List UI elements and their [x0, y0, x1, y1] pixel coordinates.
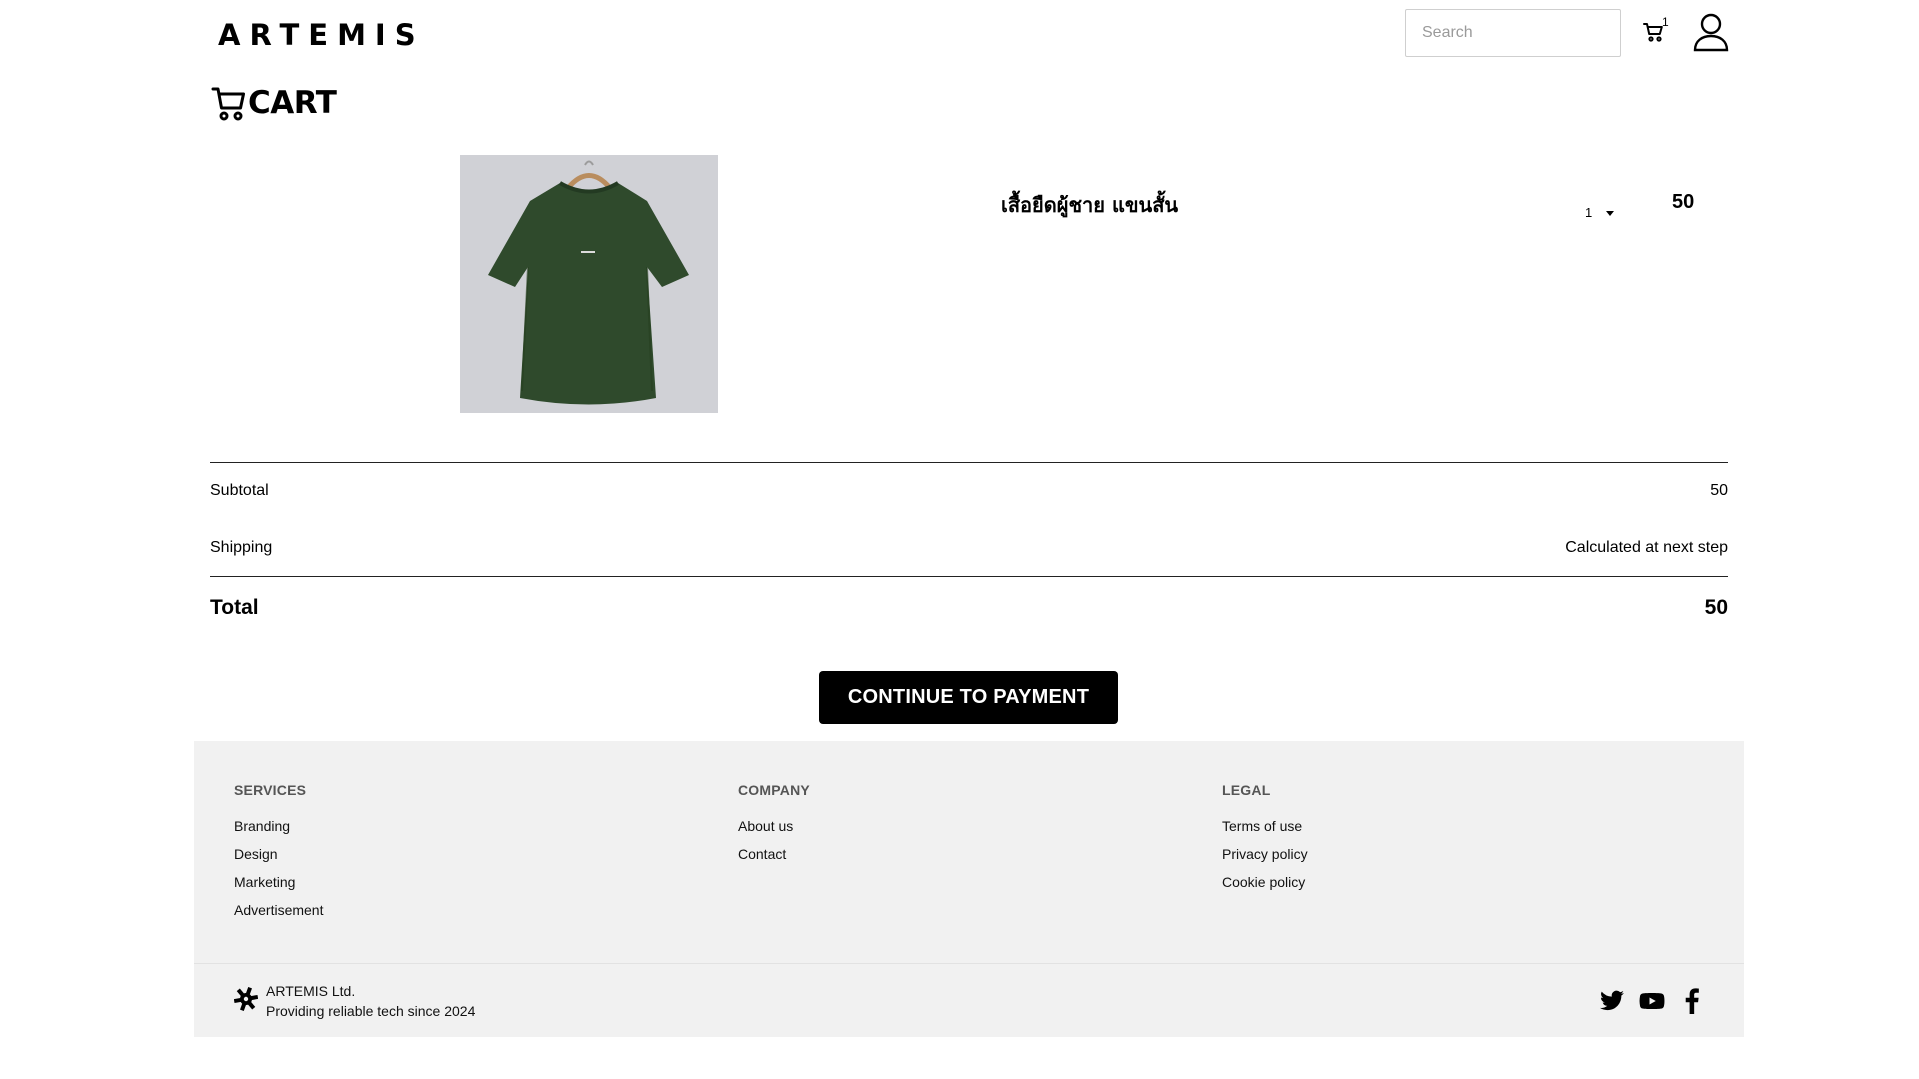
footer-heading: SERVICES — [234, 782, 307, 798]
footer-link-branding[interactable]: Branding — [234, 812, 323, 840]
summary-divider-top — [210, 462, 1728, 463]
product-image[interactable] — [460, 155, 718, 413]
cart-heading: CART — [211, 83, 337, 123]
cart-heading-icon — [211, 87, 245, 121]
subtotal-label: Subtotal — [210, 482, 269, 499]
footer-brand-tagline: Providing reliable tech since 2024 — [266, 1003, 476, 1019]
footer-heading: COMPANY — [738, 782, 810, 798]
total-value: 50 — [1704, 596, 1728, 619]
footer-heading: LEGAL — [1222, 782, 1271, 798]
page-title: CART — [248, 85, 337, 121]
footer-brand-name: ARTEMIS Ltd. — [266, 983, 356, 999]
footer-link-cookie[interactable]: Cookie policy — [1222, 868, 1308, 896]
chevron-down-icon — [1606, 210, 1615, 216]
quantity-value: 1 — [1585, 204, 1593, 220]
shipping-label: Shipping — [210, 539, 273, 556]
search-input[interactable] — [1405, 9, 1621, 57]
total-label: Total — [210, 596, 259, 619]
summary-divider-bottom — [210, 576, 1728, 577]
youtube-icon[interactable] — [1639, 988, 1665, 1014]
footer-company: COMPANY About us Contact — [738, 782, 810, 868]
shipping-value: Calculated at next step — [1565, 539, 1728, 556]
footer-services: SERVICES Branding Design Marketing Adver… — [234, 782, 323, 924]
footer-link-contact[interactable]: Contact — [738, 840, 810, 868]
footer-link-about-us[interactable]: About us — [738, 812, 810, 840]
footer-link-terms[interactable]: Terms of use — [1222, 812, 1308, 840]
footer-brand: ARTEMIS Ltd. Providing reliable tech sin… — [266, 981, 475, 1021]
twitter-icon[interactable] — [1599, 988, 1625, 1014]
site-header: ARTEMIS 1 — [0, 0, 1919, 70]
facebook-icon[interactable] — [1679, 988, 1705, 1014]
quantity-select[interactable]: 1 — [1585, 201, 1615, 223]
footer-link-advertisement[interactable]: Advertisement — [234, 896, 323, 924]
cart-count-badge: 1 — [1662, 15, 1669, 29]
footer-link-design[interactable]: Design — [234, 840, 323, 868]
site-footer: SERVICES Branding Design Marketing Adver… — [194, 741, 1744, 1037]
site-logo[interactable]: ARTEMIS — [218, 18, 425, 52]
user-icon[interactable] — [1692, 12, 1730, 52]
continue-to-payment-button[interactable]: CONTINUE TO PAYMENT — [819, 671, 1118, 724]
footer-link-marketing[interactable]: Marketing — [234, 868, 323, 896]
item-price: 50 — [1672, 191, 1695, 213]
product-name[interactable]: เสื้อยืดผู้ชาย แขนสั้น — [1001, 189, 1178, 221]
footer-legal: LEGAL Terms of use Privacy policy Cookie… — [1222, 782, 1308, 896]
brand-gear-icon — [233, 987, 259, 1011]
subtotal-value: 50 — [1710, 482, 1728, 499]
footer-link-privacy[interactable]: Privacy policy — [1222, 840, 1308, 868]
footer-divider — [194, 963, 1744, 964]
